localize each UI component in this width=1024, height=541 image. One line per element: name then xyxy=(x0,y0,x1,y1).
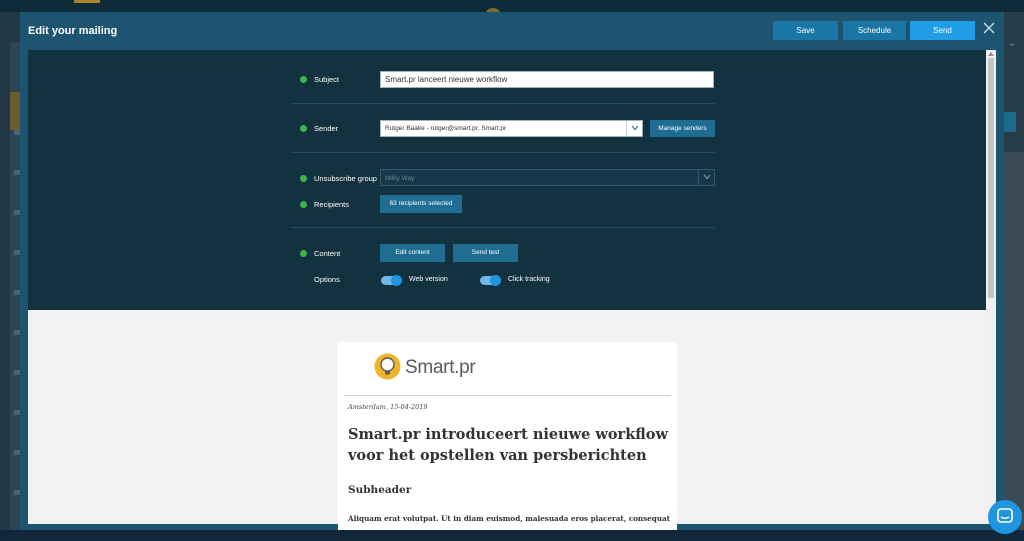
schedule-button[interactable]: Schedule xyxy=(843,21,906,40)
toggle-knob xyxy=(391,275,402,286)
click-tracking-toggle[interactable] xyxy=(480,275,501,286)
send-test-button[interactable]: Send test xyxy=(453,244,518,262)
sender-label: Sender xyxy=(314,124,339,133)
content-label: Content xyxy=(314,249,341,258)
chevron-down-icon xyxy=(631,125,639,131)
subject-status-dot xyxy=(300,76,307,83)
unsubscribe-group-placeholder: Milky Way xyxy=(385,175,415,182)
recipients-label: Recipients xyxy=(314,200,350,209)
email-preview: Smart.pr Amsterdam, 15-04-2019 Smart.pr … xyxy=(338,342,677,532)
options-label: Options xyxy=(314,275,340,284)
chat-launcher[interactable] xyxy=(988,500,1022,534)
manage-senders-button[interactable]: Manage senders xyxy=(650,120,715,137)
email-headline: Smart.pr introduceert nieuwe workflow vo… xyxy=(348,426,668,464)
sender-dropdown-toggle[interactable] xyxy=(626,121,642,136)
section-divider xyxy=(292,103,715,104)
lightbulb-logo-icon xyxy=(374,353,401,380)
click-tracking-label: Click tracking xyxy=(508,276,550,283)
recipients-button[interactable]: 63 recipients selected xyxy=(380,195,462,213)
scrollbar[interactable] xyxy=(986,50,996,524)
sender-select[interactable]: Rutger Baake - rutger@smart.pr, Smart.pr xyxy=(380,120,643,137)
unsubscribe-group-select[interactable]: Milky Way xyxy=(380,169,715,186)
subject-label: Subject xyxy=(314,75,340,84)
send-button[interactable]: Send xyxy=(910,21,975,40)
background-button xyxy=(1002,112,1016,132)
section-divider xyxy=(292,152,715,153)
unsubscribe-group-label: Unsubscribe group xyxy=(314,174,377,183)
web-version-label: Web version xyxy=(409,276,448,283)
web-version-toggle[interactable] xyxy=(381,275,402,286)
sender-value: Rutger Baake - rutger@smart.pr, Smart.pr xyxy=(385,125,507,132)
background-right-panel: ⌄ xyxy=(1002,12,1024,541)
email-subheader: Subheader xyxy=(348,484,412,496)
section-divider xyxy=(292,227,715,228)
background-nav-indicator xyxy=(74,0,100,3)
background-content xyxy=(1002,152,1024,541)
toggle-knob xyxy=(490,275,501,286)
scrollbar-thumb[interactable] xyxy=(988,58,994,298)
email-body-text: Aliquam erat volutpat. Ut in diam euismo… xyxy=(348,514,670,523)
background-sidebar xyxy=(0,12,22,541)
recipients-status-dot xyxy=(300,201,307,208)
save-button[interactable]: Save xyxy=(773,21,838,40)
email-date: Amsterdam, 15-04-2019 xyxy=(348,403,428,411)
email-divider xyxy=(344,395,671,396)
chevron-down-icon xyxy=(703,174,711,180)
modal-header: Edit your mailing Save Schedule Send xyxy=(20,12,1004,50)
sender-status-dot xyxy=(300,125,307,132)
unsubscribe-status-dot xyxy=(300,175,307,182)
brand-name: Smart.pr xyxy=(405,357,476,378)
content-status-dot xyxy=(300,250,307,257)
edit-content-button[interactable]: Edit content xyxy=(380,244,445,262)
close-icon[interactable] xyxy=(982,21,996,35)
background-footer xyxy=(0,530,1024,541)
chat-icon xyxy=(997,508,1013,523)
chevron-down-icon: ⌄ xyxy=(1008,38,1017,49)
mailing-settings-panel: Subject Smart.pr lanceert nieuwe workflo… xyxy=(28,50,986,310)
modal-title: Edit your mailing xyxy=(28,25,118,37)
scroll-up-arrow-icon[interactable] xyxy=(988,52,994,56)
unsubscribe-dropdown-toggle[interactable] xyxy=(698,170,714,185)
background-topbar xyxy=(0,0,1024,18)
subject-input[interactable]: Smart.pr lanceert nieuwe workflow xyxy=(380,71,714,88)
